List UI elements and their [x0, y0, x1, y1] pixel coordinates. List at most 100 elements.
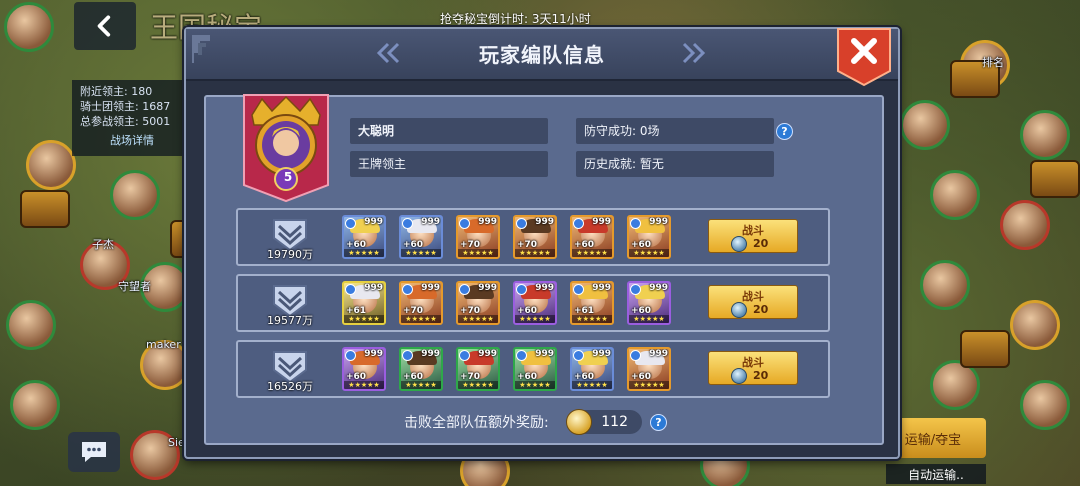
chat-button[interactable]: [68, 432, 120, 472]
hero-card[interactable]: 999 +60 ★★★★★: [627, 215, 671, 259]
hero-card[interactable]: 999 +70 ★★★★★: [513, 215, 557, 259]
fight-cost-value: 20: [753, 369, 769, 382]
element-icon: [345, 350, 356, 361]
hero-card[interactable]: 999 +61 ★★★★★: [570, 281, 614, 325]
hero-card[interactable]: 999 +60 ★★★★★: [570, 215, 614, 259]
hero-stars-icon: ★★★★★: [629, 381, 669, 389]
hero-stars-icon: ★★★★★: [401, 381, 441, 389]
hero-card[interactable]: 999 +60 ★★★★★: [399, 215, 443, 259]
guild-lords: 骑士团领主: 1687: [80, 100, 171, 113]
hero-level: 999: [364, 217, 383, 227]
fight-button[interactable]: 战斗 20: [708, 219, 798, 253]
hero-card[interactable]: 999 +60 ★★★★★: [342, 347, 386, 391]
hero-level: 999: [421, 217, 440, 227]
fight-cost: 20: [731, 235, 768, 252]
map-hero-token: [920, 260, 970, 310]
battlefield-details-link[interactable]: 战场详情: [80, 133, 184, 148]
hero-stars-icon: ★★★★★: [572, 315, 612, 323]
fight-cost: 20: [731, 301, 769, 318]
ticket-coin-icon: [731, 301, 747, 318]
player-name: 大聪明: [350, 118, 548, 144]
defense-help-icon[interactable]: ?: [776, 123, 793, 140]
element-icon: [459, 284, 470, 295]
hero-level: 999: [649, 349, 668, 359]
fight-button[interactable]: 战斗 20: [708, 285, 798, 319]
hero-card[interactable]: 999 +60 ★★★★★: [627, 281, 671, 325]
hero-stars-icon: ★★★★★: [629, 249, 669, 257]
element-icon: [630, 218, 641, 229]
element-icon: [402, 218, 413, 229]
reward-help-icon[interactable]: ?: [650, 414, 667, 431]
hero-card[interactable]: 999 +60 ★★★★★: [627, 347, 671, 391]
team-power: 16526万: [267, 380, 313, 393]
map-hero-token: [1000, 200, 1050, 250]
map-label: 子杰: [92, 238, 114, 251]
element-icon: [516, 218, 527, 229]
hero-level: 999: [478, 349, 497, 359]
hero-stars-icon: ★★★★★: [515, 315, 555, 323]
hero-stars-icon: ★★★★★: [401, 315, 441, 323]
total-lords: 总参战领主: 5001: [80, 115, 171, 128]
ticket-coin-icon: [731, 367, 747, 384]
hero-level: 999: [592, 349, 611, 359]
player-level: 5: [283, 170, 293, 184]
map-hero-token: [26, 140, 76, 190]
bonus-reward-label: 击败全部队伍额外奖励:: [404, 415, 549, 431]
hero-card[interactable]: 999 +70 ★★★★★: [456, 281, 500, 325]
player-avatar-badge: [243, 94, 329, 203]
hero-stars-icon: ★★★★★: [515, 249, 555, 257]
player-title: 王牌领主: [350, 151, 548, 177]
hero-level: 999: [592, 283, 611, 293]
element-icon: [630, 350, 641, 361]
hero-card[interactable]: 999 +70 ★★★★★: [399, 281, 443, 325]
element-icon: [459, 350, 470, 361]
hero-level: 999: [478, 217, 497, 227]
hero-stars-icon: ★★★★★: [401, 249, 441, 257]
treasure-countdown: 抢夺秘宝倒计时: 3天11小时: [440, 12, 591, 26]
hero-stars-icon: ★★★★★: [629, 315, 669, 323]
map-label: maker: [146, 338, 181, 351]
map-chest: [960, 330, 1010, 368]
back-arrow-icon: [97, 15, 111, 37]
team-row: 16526万 999 +60 ★★★★★ 999 +60 ★★★★★ 999 +70 ★★★★★ 9…: [236, 340, 830, 398]
hero-card[interactable]: 999 +60 ★★★★★: [399, 347, 443, 391]
hero-level: 999: [478, 283, 497, 293]
hero-card[interactable]: 999 +70 ★★★★★: [456, 215, 500, 259]
map-hero-token: [10, 380, 60, 430]
hero-card[interactable]: 999 +60 ★★★★★: [570, 347, 614, 391]
reward-coin-icon: [566, 409, 592, 435]
hero-card[interactable]: 999 +60 ★★★★★: [513, 347, 557, 391]
element-icon: [573, 284, 584, 295]
fight-button[interactable]: 战斗 20: [708, 351, 798, 385]
hero-stars-icon: ★★★★★: [458, 381, 498, 389]
nearby-lords: 附近领主: 180: [80, 85, 153, 98]
map-hero-token: [1020, 380, 1070, 430]
fight-cost-value: 20: [753, 303, 769, 316]
element-icon: [345, 218, 356, 229]
map-label: 守望者: [118, 280, 151, 293]
hero-card[interactable]: 999 +60 ★★★★★: [513, 281, 557, 325]
back-button[interactable]: [74, 2, 136, 50]
hero-stars-icon: ★★★★★: [515, 381, 555, 389]
hero-level: 999: [421, 349, 440, 359]
element-icon: [573, 350, 584, 361]
hero-level: 999: [649, 283, 668, 293]
element-icon: [516, 284, 527, 295]
hero-stars-icon: ★★★★★: [344, 315, 384, 323]
hero-stars-icon: ★★★★★: [344, 381, 384, 389]
map-chest: [1030, 160, 1080, 198]
hero-card[interactable]: 999 +70 ★★★★★: [456, 347, 500, 391]
close-button[interactable]: [836, 27, 892, 87]
hero-card[interactable]: 999 +60 ★★★★★: [342, 215, 386, 259]
hero-level: 999: [535, 283, 554, 293]
map-hero-token: [930, 170, 980, 220]
defense-record: 防守成功: 0场: [576, 118, 774, 144]
dialog-title: 玩家编队信息: [479, 43, 605, 67]
auto-escort-button[interactable]: 自动运输..: [886, 464, 986, 484]
hero-card[interactable]: 999 +61 ★★★★★: [342, 281, 386, 325]
map-label: 排名: [982, 56, 1004, 69]
hero-level: 999: [535, 349, 554, 359]
element-icon: [630, 284, 641, 295]
chat-bubble-icon: [82, 442, 106, 462]
hero-level: 999: [592, 217, 611, 227]
